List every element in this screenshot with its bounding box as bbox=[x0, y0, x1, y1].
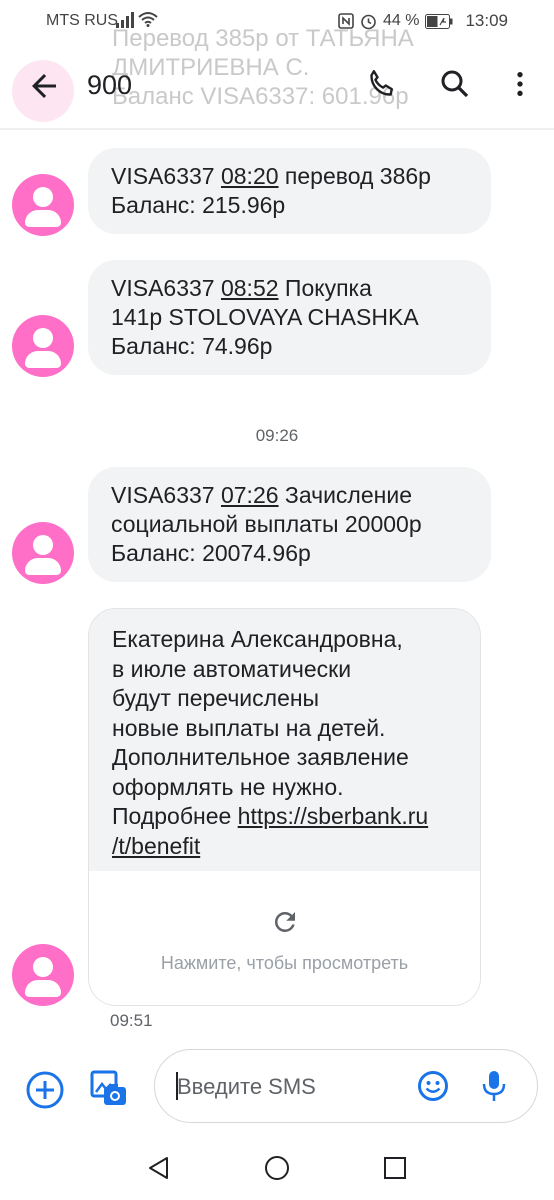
message-text: социальной выплаты 20000р bbox=[111, 511, 422, 537]
message-bubble[interactable]: VISA6337 08:20 перевод 386р Баланс: 215.… bbox=[88, 148, 491, 234]
message-time-link[interactable]: 07:26 bbox=[221, 482, 279, 508]
message-bubble[interactable]: VISA6337 08:52 Покупка 141р STOLOVAYA CH… bbox=[88, 260, 491, 375]
benefit-link[interactable]: /t/benefit bbox=[112, 832, 464, 862]
back-arrow-icon[interactable] bbox=[26, 68, 62, 104]
message-text: новые выплаты на детей. bbox=[112, 714, 386, 741]
message-text: Баланс: 20074.96р bbox=[111, 540, 311, 566]
message-text: VISA6337 bbox=[111, 163, 221, 189]
time-separator: 09:26 bbox=[255, 426, 299, 445]
card-text: Екатерина Александровна, в июле автомати… bbox=[89, 609, 480, 871]
conversation-title: 900 bbox=[87, 70, 133, 100]
message-text: оформлять не нужно. bbox=[112, 773, 344, 800]
message-text: перевод 386р bbox=[278, 163, 431, 189]
message-text: Баланс: 74.96р bbox=[111, 333, 273, 359]
benefit-link[interactable]: https://sberbank.ru bbox=[238, 803, 429, 829]
more-vert-icon[interactable] bbox=[504, 66, 536, 102]
sender-avatar[interactable] bbox=[12, 174, 74, 236]
system-nav-bar bbox=[0, 1140, 554, 1200]
message-text: будут перечислены bbox=[112, 685, 320, 711]
message-text: VISA6337 bbox=[111, 275, 221, 301]
search-icon[interactable] bbox=[437, 66, 473, 102]
message-bubble[interactable]: VISA6337 07:26 Зачисление социальной вып… bbox=[88, 467, 491, 582]
sms-input[interactable]: Введите SMS bbox=[154, 1049, 538, 1123]
message-card[interactable]: Екатерина Александровна, в июле автомати… bbox=[88, 608, 481, 1006]
message-text: Баланс: 215.96р bbox=[111, 192, 286, 218]
nav-home-icon[interactable] bbox=[263, 1154, 291, 1182]
sender-avatar[interactable] bbox=[12, 944, 74, 1006]
preview-hint: Нажмите, чтобы просмотреть bbox=[160, 953, 409, 973]
refresh-icon[interactable] bbox=[270, 907, 300, 937]
nav-back-icon[interactable] bbox=[145, 1154, 173, 1182]
message-text: Екатерина Александровна, bbox=[112, 626, 403, 652]
message-time-link[interactable]: 08:52 bbox=[221, 275, 279, 301]
clock: 13:09 bbox=[465, 11, 508, 30]
phone-icon[interactable] bbox=[364, 66, 400, 102]
sender-avatar[interactable] bbox=[12, 315, 74, 377]
sms-input-placeholder: Введите SMS bbox=[177, 1074, 316, 1099]
nav-recents-icon[interactable] bbox=[381, 1154, 409, 1182]
gallery-camera-icon[interactable] bbox=[88, 1068, 130, 1110]
message-text: VISA6337 bbox=[111, 482, 221, 508]
composer-bar: Введите SMS bbox=[0, 1046, 554, 1132]
message-text: Дополнительное заявление bbox=[112, 744, 409, 770]
message-timestamp: 09:51 bbox=[110, 1011, 153, 1030]
carrier-name: MTS RUS bbox=[46, 12, 118, 29]
add-circle-icon[interactable] bbox=[25, 1070, 65, 1110]
message-text: 141р STOLOVAYA CHASHKA bbox=[111, 304, 419, 330]
message-time-link[interactable]: 08:20 bbox=[221, 163, 279, 189]
message-text: Зачисление bbox=[278, 482, 412, 508]
message-text: Подробнее bbox=[112, 803, 238, 829]
message-text: Покупка bbox=[278, 275, 372, 301]
microphone-icon[interactable] bbox=[481, 1069, 507, 1103]
link-preview[interactable]: Нажмите, чтобы просмотреть bbox=[89, 871, 480, 1005]
app-bar: 900 bbox=[0, 44, 554, 130]
emoji-icon[interactable] bbox=[417, 1070, 449, 1102]
app-bar-divider bbox=[0, 128, 554, 130]
sender-avatar[interactable] bbox=[12, 522, 74, 584]
message-text: в июле автоматически bbox=[112, 655, 352, 682]
